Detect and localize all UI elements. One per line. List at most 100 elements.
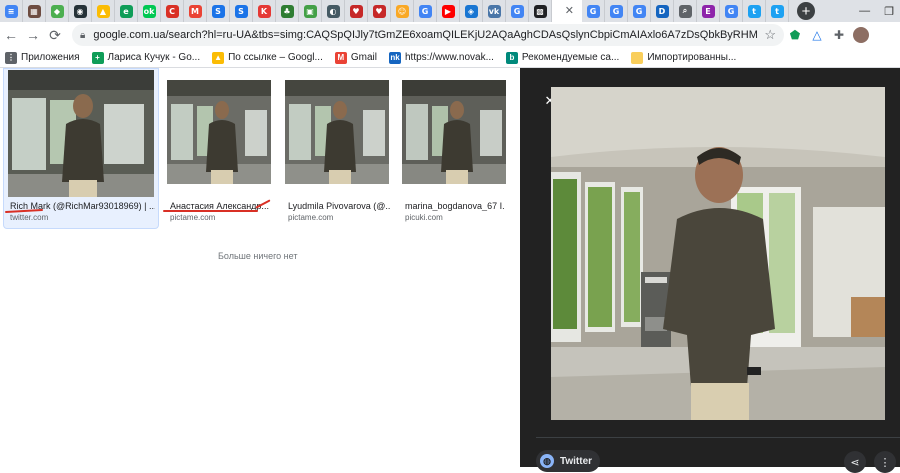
browser-tab-right-8[interactable]: t (766, 0, 789, 22)
browser-tab-6[interactable]: ok (138, 0, 161, 22)
result-source[interactable]: twitter.com (10, 213, 48, 222)
browser-tab-right-2[interactable]: G (628, 0, 651, 22)
browser-tab-18[interactable]: G (414, 0, 437, 22)
minimize-icon[interactable]: — (859, 5, 870, 17)
result-source[interactable]: pictame.com (288, 213, 333, 222)
drive-extension-icon[interactable]: △ (806, 24, 828, 46)
browser-tab-13[interactable]: ▣ (299, 0, 322, 22)
edge-icon: e (119, 4, 133, 18)
tab-close-icon[interactable]: ✕ (565, 4, 574, 17)
puzzle-extension-icon[interactable]: ✚ (828, 24, 850, 46)
source-chip[interactable]: ◍ Twitter (536, 450, 601, 472)
browser-tab-right-6[interactable]: G (720, 0, 743, 22)
reload-icon[interactable]: ⟳ (44, 24, 66, 46)
browser-tab-right-5[interactable]: E (697, 0, 720, 22)
skype-icon: S (211, 4, 225, 18)
result-title[interactable]: marina_bogdanova_67 I... (405, 201, 505, 211)
bookmark-item[interactable]: Импортированны... (631, 51, 736, 64)
result-source[interactable]: pictame.com (170, 213, 215, 222)
browser-tab-19[interactable]: ▶ (437, 0, 460, 22)
browser-tab-21[interactable]: vk (483, 0, 506, 22)
grid-icon: ▣ (303, 4, 317, 18)
result-thumbnail-1[interactable] (8, 70, 154, 197)
bookmarks-bar: ⋮ Приложения + Лариса Кучук - Go... ▲ По ссыл… (0, 48, 900, 68)
globe-icon: ◍ (540, 454, 554, 468)
preview-image[interactable] (551, 87, 885, 420)
browser-tab-12[interactable]: ♣ (276, 0, 299, 22)
browser-tab-8[interactable]: M (184, 0, 207, 22)
result-title[interactable]: Lyudmila Pivovarova (@... (288, 201, 390, 211)
browser-tab-10[interactable]: S (230, 0, 253, 22)
browser-tab-3[interactable]: ◉ (69, 0, 92, 22)
browser-tab-right-4[interactable]: ⌕ (674, 0, 697, 22)
browser-tab-right-0[interactable]: G (582, 0, 605, 22)
folder-icon (631, 51, 644, 64)
face-icon: ☺ (395, 4, 409, 18)
bookmark-label: По ссылке – Googl... (228, 52, 323, 63)
star-icon[interactable]: ☆ (764, 27, 776, 43)
gmail-icon: M (188, 4, 202, 18)
vk-icon: vk (487, 4, 501, 18)
browser-tab-20[interactable]: ◈ (460, 0, 483, 22)
drive-icon: ▲ (212, 51, 225, 64)
browser-tab-1[interactable]: ▦ (23, 0, 46, 22)
image-preview-panel: ✕ ◍ Twitter ⋖ ⋮ (520, 68, 900, 473)
active-tab[interactable]: ✕ (552, 0, 582, 22)
browser-tab-23[interactable]: ▩ (529, 0, 552, 22)
bookmark-label: Gmail (350, 52, 377, 63)
browser-tab-22[interactable]: G (506, 0, 529, 22)
google-icon: G (510, 4, 524, 18)
browser-tab-7[interactable]: C (161, 0, 184, 22)
browser-tab-11[interactable]: K (253, 0, 276, 22)
bookmark-item[interactable]: b Рекомендуемые са... (505, 51, 619, 64)
bing-icon: b (505, 51, 518, 64)
new-tab-button[interactable]: + (795, 0, 817, 22)
shield-extension-icon[interactable]: ⬟ (784, 24, 806, 46)
result-source[interactable]: picuki.com (405, 213, 443, 222)
bookmark-item[interactable]: ▲ По ссылке – Googl... (212, 51, 323, 64)
result-thumbnail-2[interactable] (167, 80, 271, 184)
profile-avatar-icon[interactable] (850, 24, 872, 46)
globe-icon: ◐ (326, 4, 340, 18)
browser-tab-0[interactable]: ≡ (0, 0, 23, 22)
browser-tab-right-3[interactable]: D (651, 0, 674, 22)
heart-icon: ♥ (349, 4, 363, 18)
image-icon: ▩ (533, 4, 547, 18)
address-bar[interactable]: 🔒︎ google.com.ua/search?hl=ru-UA&tbs=sim… (72, 24, 784, 46)
forward-arrow-icon[interactable]: → (22, 24, 44, 46)
film-icon: ▦ (27, 4, 41, 18)
bookmark-item[interactable]: M Gmail (334, 51, 377, 64)
restore-icon[interactable]: ❐ (884, 5, 894, 18)
bookmark-item[interactable]: ⋮ Приложения (5, 51, 80, 64)
tab-strip: ≡ ▦ ◆ ◉ ▲ e ok C M S S K ♣ ▣ ◐ ♥ ♥ ☺ G ▶ ◈ vk G ▩ ✕ G G G D ⌕ E Gt t + — ❐ (0, 0, 900, 22)
twitter-icon: t (770, 4, 784, 18)
browser-tab-right-7[interactable]: t (743, 0, 766, 22)
result-thumbnail-4[interactable] (402, 80, 506, 184)
lock-icon: 🔒︎ (80, 29, 86, 41)
browser-tab-15[interactable]: ♥ (345, 0, 368, 22)
back-arrow-icon[interactable]: ← (0, 24, 22, 46)
browser-tab-2[interactable]: ◆ (46, 0, 69, 22)
result-thumbnail-3[interactable] (285, 80, 389, 184)
browser-tab-17[interactable]: ☺ (391, 0, 414, 22)
browser-toolbar: ← → ⟳ 🔒︎ google.com.ua/search?hl=ru-UA&t… (0, 22, 900, 48)
browser-tab-5[interactable]: e (115, 0, 138, 22)
google-icon: G (418, 4, 432, 18)
browser-tab-14[interactable]: ◐ (322, 0, 345, 22)
nk-icon: nk (388, 51, 401, 64)
more-options-icon[interactable]: ⋮ (874, 451, 896, 473)
browser-tab-16[interactable]: ♥ (368, 0, 391, 22)
browser-tab-right-1[interactable]: G (605, 0, 628, 22)
app-icon: ◉ (73, 4, 87, 18)
plus-icon: + (797, 2, 815, 20)
bookmark-item[interactable]: nk https://www.novak... (388, 51, 494, 64)
browser-tab-9[interactable]: S (207, 0, 230, 22)
bookmark-item[interactable]: + Лариса Кучук - Go... (91, 51, 200, 64)
google-icon: G (632, 4, 646, 18)
warning-icon: ▲ (96, 4, 110, 18)
share-icon[interactable]: ⋖ (844, 451, 866, 473)
browser-tab-4[interactable]: ▲ (92, 0, 115, 22)
url-text[interactable]: google.com.ua/search?hl=ru-UA&tbs=simg:C… (93, 29, 758, 41)
google-docs-icon: ≡ (4, 4, 18, 18)
e-icon: E (701, 4, 715, 18)
